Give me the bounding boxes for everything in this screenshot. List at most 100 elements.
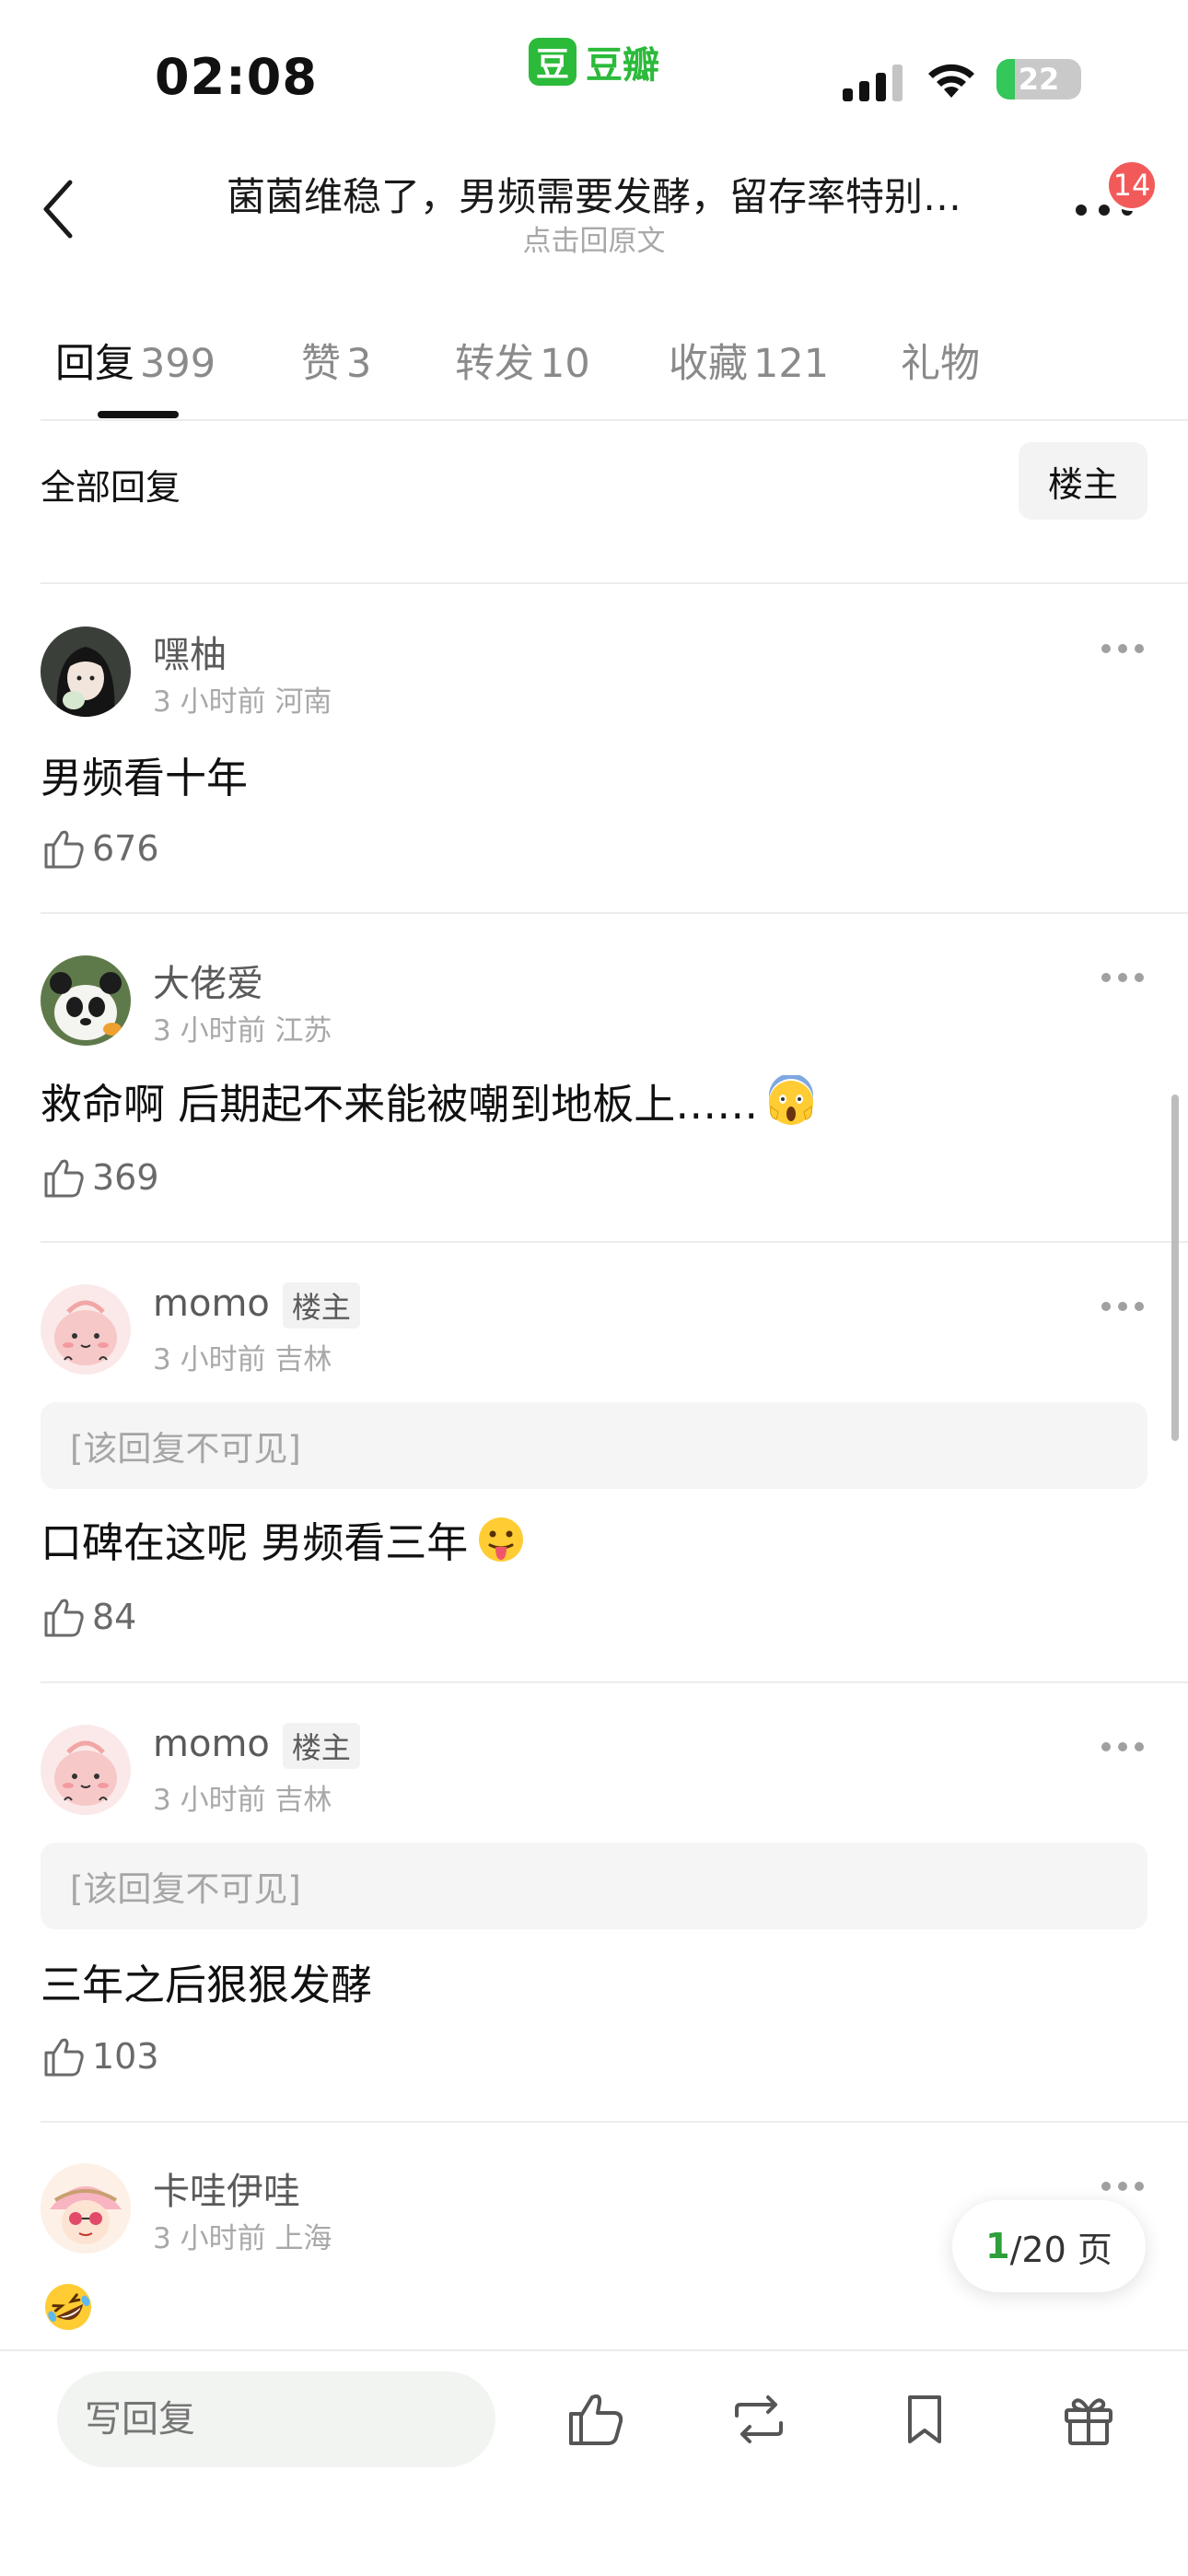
cellular-signal-icon [843,64,903,101]
comment-more-icon[interactable] [1101,1297,1147,1316]
like-count: 84 [92,1597,137,1637]
thumbs-up-icon [44,830,84,869]
divider [41,1681,1188,1683]
divider [41,912,1188,914]
like-button[interactable]: 84 [41,1594,136,1640]
comment-location: 吉林 [274,1343,332,1376]
tab-label: 回复 [55,341,134,387]
tab-label: 礼物 [901,341,980,387]
wifi-icon [928,64,974,98]
avatar[interactable] [41,626,131,717]
op-tag: 楼主 [282,1723,360,1769]
user-name[interactable]: 嘿柚 [153,625,227,678]
like-count: 103 [92,2036,159,2077]
divider [41,2121,1188,2123]
comment-meta: 3 小时前 江苏 [153,1007,332,1048]
comment-meta: 3 小时前 吉林 [153,1776,332,1818]
like-count: 369 [92,1157,159,1198]
comment-more-icon[interactable] [1101,2177,1147,2195]
comment-meta: 3 小时前 河南 [153,678,332,720]
comment-text: 三年之后狠狠发酵 [41,1961,373,2009]
douban-app-icon: 豆 [529,38,577,86]
tab-label: 收藏 [669,341,748,387]
battery-icon: 22 [996,59,1081,100]
op-tag: 楼主 [282,1282,360,1329]
tab-count: 121 [753,341,830,387]
thumbs-up-icon [44,1598,84,1637]
tab-count: 3 [346,341,372,387]
tab-label: 赞 [301,341,341,387]
page-total: /20 页 [1009,2229,1112,2270]
tab-replies[interactable]: 回复 399 [55,332,215,389]
op-only-button[interactable]: 楼主 [1019,442,1147,520]
status-app: 豆 豆瓣 [529,35,659,88]
avatar[interactable] [41,1725,131,1815]
user-name-row: momo 楼主 [153,1723,360,1769]
tab-likes[interactable]: 赞3 [301,332,371,389]
tongue-emoji-icon [479,1516,524,1562]
quoted-reply[interactable]: [该回复不可见] [41,1843,1147,1929]
comment-text: 救命啊 后期起不来能被嘲到地板上…… [41,1080,759,1129]
scrollbar[interactable] [1171,1095,1179,1441]
scream-emoji-icon [769,1074,814,1125]
back-to-original-link[interactable]: 点击回原文 [0,217,1188,259]
page-indicator[interactable]: 1/20 页 [952,2200,1146,2292]
like-icon[interactable] [564,2388,626,2451]
tab-gifts[interactable]: 礼物 [901,332,980,389]
comment-text-row: 救命啊 后期起不来能被嘲到地板上…… [41,1071,817,1130]
battery-level: 22 [1018,62,1060,97]
tab-reposts[interactable]: 转发 10 [455,332,590,389]
notification-badge: 14 [1106,159,1158,211]
comment-location: 江苏 [274,1014,332,1048]
gift-icon[interactable] [1057,2388,1120,2451]
bookmark-icon[interactable] [893,2388,956,2451]
comment-time: 3 小时前 [153,1014,266,1048]
tab-collections[interactable]: 收藏 121 [669,332,829,389]
comment-text: 男频看十年 [41,754,249,802]
repost-icon[interactable] [728,2388,790,2451]
user-name[interactable]: momo [153,1282,270,1325]
comment-more-icon[interactable] [1101,968,1147,987]
status-time: 02:08 [155,48,318,106]
page-current: 1 [985,2226,1010,2266]
like-button[interactable]: 676 [41,825,159,872]
like-count: 676 [92,828,159,869]
status-app-name: 豆瓣 [586,44,659,87]
comment-time: 3 小时前 [153,685,266,719]
page-title[interactable]: 菌菌维稳了，男频需要发酵，留存率特别… [198,166,990,222]
thumbs-up-icon [44,1159,84,1198]
comment-meta: 3 小时前 吉林 [153,1336,332,1377]
user-name[interactable]: 卡哇伊哇 [153,2161,300,2215]
status-bar: 02:08 豆 豆瓣 22 [0,0,1188,138]
tab-count: 10 [540,341,590,387]
all-replies-label[interactable]: 全部回复 [41,459,181,509]
tab-label: 转发 [455,341,534,387]
avatar[interactable] [41,955,131,1046]
avatar[interactable] [41,2163,131,2254]
user-name-row: momo 楼主 [153,1282,360,1329]
tab-bar: 回复 399 赞3 转发 10 收藏 121 礼物 [0,332,1188,424]
home-indicator [0,2539,1188,2576]
comment-location: 上海 [274,2222,332,2255]
like-button[interactable]: 103 [41,2033,159,2079]
thumbs-up-icon [44,2038,84,2077]
comment-text: 口碑在这呢 男频看三年 [41,1518,469,1567]
comment-location: 吉林 [274,1784,332,1817]
avatar[interactable] [41,1284,131,1375]
user-name[interactable]: momo [153,1723,270,1765]
tab-count: 399 [140,341,216,387]
reply-input[interactable] [57,2371,495,2467]
divider [41,1241,1188,1243]
user-name[interactable]: 大佬爱 [153,954,263,1007]
comment-location: 河南 [274,685,332,719]
comment-more-icon[interactable] [1101,1738,1147,1756]
tab-active-indicator [98,411,179,418]
bottom-action-bar [0,2349,1188,2576]
comment-meta: 3 小时前 上海 [153,2215,332,2256]
comment-text-row: 口碑在这呢 男频看三年 [41,1509,527,1569]
comment-more-icon[interactable] [1101,639,1147,658]
divider [41,419,1188,421]
divider [41,582,1188,584]
like-button[interactable]: 369 [41,1154,159,1200]
quoted-reply[interactable]: [该回复不可见] [41,1402,1147,1489]
